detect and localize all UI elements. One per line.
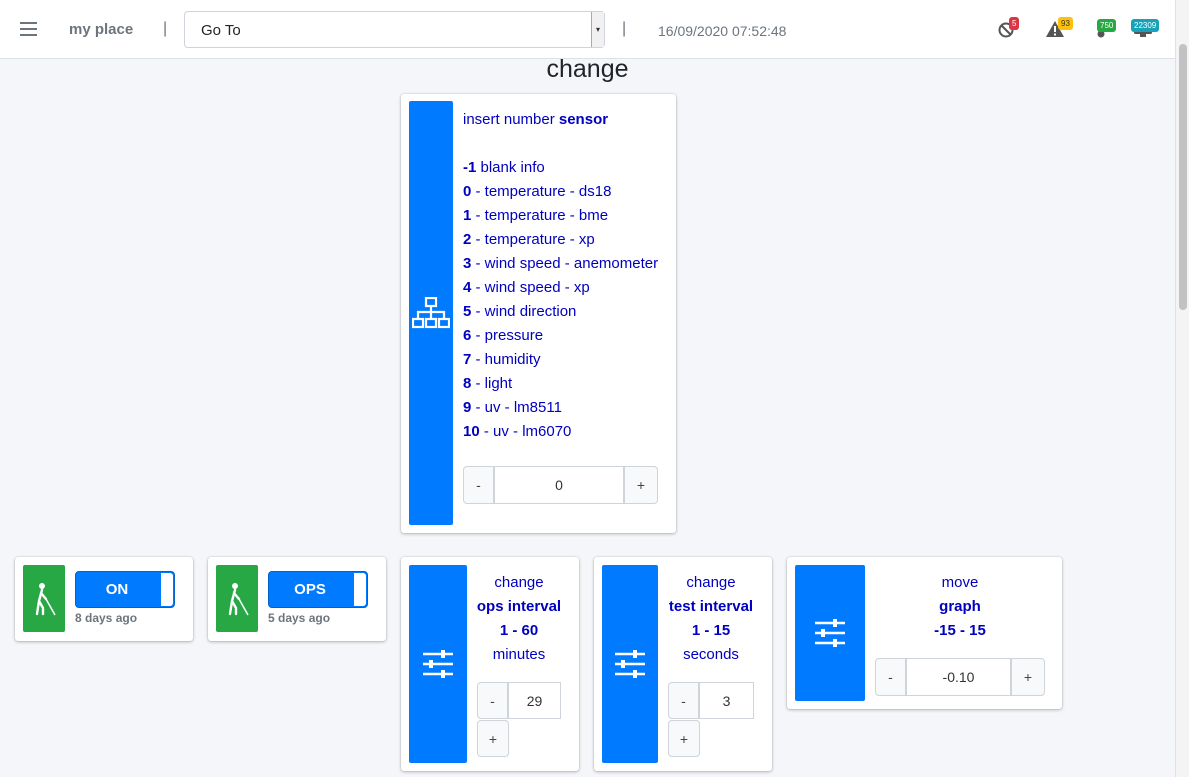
sensor-option: 5 - wind direction (463, 300, 658, 324)
ban-icon[interactable]: 5 (997, 17, 1020, 42)
setting-description: change ops interval 1 - 60 minutes (476, 574, 562, 663)
top-navbar: my place | Go To ▾ | 16/09/2020 07:52:48… (0, 0, 1175, 59)
menu-icon[interactable] (20, 22, 37, 37)
monitor-icon[interactable]: 22309 (1131, 19, 1160, 42)
sensor-stepper: - 0 + (463, 466, 658, 504)
sensor-count-badge: 750 (1097, 19, 1117, 32)
page-title: change (546, 55, 629, 83)
test-interval-card: change test interval 1 - 15 seconds - 3 … (594, 557, 772, 771)
graph-move-card: move graph -15 - 15 - -0.10 + (787, 557, 1062, 709)
setting-description: move graph -15 - 15 (934, 574, 986, 639)
device-count-badge: 22309 (1131, 19, 1160, 32)
blind-person-icon (216, 565, 258, 632)
sensor-option-label: - uv - lm8511 (471, 399, 562, 416)
dropdown-arrow-icon[interactable]: ▾ (591, 12, 604, 47)
decrement-button[interactable]: - (463, 466, 494, 504)
sensor-option: 9 - uv - lm8511 (463, 396, 658, 420)
sensor-option-label: - uv - lm6070 (479, 423, 572, 440)
increment-button[interactable]: + (477, 720, 509, 757)
blind-person-icon (23, 565, 65, 632)
ops-interval-stepper: - 29 (477, 682, 561, 719)
sensor-option: 10 - uv - lm6070 (463, 420, 658, 444)
warning-icon[interactable]: 93 (1045, 17, 1073, 42)
alarm-count-badge: 5 (1009, 17, 1020, 30)
goto-select[interactable]: Go To ▾ (184, 11, 605, 48)
network-icon (409, 101, 453, 525)
sensor-option: 3 - wind speed - anemometer (463, 252, 658, 276)
sensor-option-number: -1 (463, 159, 477, 176)
sensor-option-label: - pressure (471, 327, 544, 344)
sensor-option: 4 - wind speed - xp (463, 276, 658, 300)
last-changed-text: 5 days ago (268, 611, 331, 625)
sensor-prompt: insert number sensor (463, 111, 609, 128)
sensor-options-text: insert number sensor -1 blank info 0 - te… (463, 108, 658, 444)
decrement-button[interactable]: - (875, 658, 906, 696)
increment-button[interactable]: + (1011, 658, 1045, 696)
sensor-option-label: - temperature - xp (471, 231, 595, 248)
sensor-option-label: - temperature - ds18 (471, 183, 612, 200)
sensor-option: 6 - pressure (463, 324, 658, 348)
sliders-icon (602, 565, 658, 763)
goto-select-value: Go To (201, 22, 241, 39)
sliders-icon (409, 565, 467, 763)
sensor-option-label: - wind speed - anemometer (471, 255, 659, 272)
warning-count-badge: 93 (1058, 17, 1073, 30)
graph-offset-stepper: - -0.10 + (875, 658, 1045, 696)
thermometer-icon[interactable]: 750 (1093, 19, 1117, 42)
page-scrollbar[interactable] (1175, 0, 1189, 777)
ops-toggle-button[interactable]: OPS (268, 571, 368, 608)
sensor-option: 7 - humidity (463, 348, 658, 372)
toggle-knob (161, 573, 173, 606)
sliders-icon (795, 565, 865, 701)
ops-interval-input[interactable]: 29 (508, 682, 561, 719)
sensor-option-list: -1 blank info 0 - temperature - ds18 1 - t… (463, 156, 658, 444)
on-toggle-button[interactable]: ON (75, 571, 175, 608)
last-changed-text: 8 days ago (75, 611, 138, 625)
sensor-option: 0 - temperature - ds18 (463, 180, 658, 204)
test-interval-stepper: - 3 (668, 682, 754, 719)
nav-separator: | (622, 20, 627, 37)
current-datetime: 16/09/2020 07:52:48 (658, 23, 787, 39)
sensor-option-number: 10 (463, 423, 480, 440)
ops-interval-card: change ops interval 1 - 60 minutes - 29 … (401, 557, 579, 771)
sensor-option: -1 blank info (463, 156, 658, 180)
switch-card-ops: OPS 5 days ago (208, 557, 386, 641)
sensor-option: 2 - temperature - xp (463, 228, 658, 252)
sensor-select-card: insert number sensor -1 blank info 0 - te… (401, 94, 676, 533)
switch-card-on: ON 8 days ago (15, 557, 193, 641)
sensor-option: 8 - light (463, 372, 658, 396)
sensor-option-label: - light (471, 375, 513, 392)
sensor-option-label: - wind direction (471, 303, 577, 320)
setting-description: change test interval 1 - 15 seconds (668, 574, 754, 663)
nav-separator: | (163, 20, 168, 37)
sensor-option-label: - temperature - bme (471, 207, 609, 224)
test-interval-input[interactable]: 3 (699, 682, 754, 719)
brand-title[interactable]: my place (69, 21, 133, 38)
scroll-thumb[interactable] (1179, 44, 1187, 310)
increment-button[interactable]: + (668, 720, 700, 757)
increment-button[interactable]: + (624, 466, 658, 504)
sensor-number-input[interactable]: 0 (494, 466, 624, 504)
sensor-option: 1 - temperature - bme (463, 204, 658, 228)
toggle-knob (354, 573, 366, 606)
toggle-label: OPS (294, 581, 326, 598)
sensor-option-label: - humidity (471, 351, 541, 368)
decrement-button[interactable]: - (668, 682, 699, 719)
sensor-option-label: blank info (476, 159, 545, 176)
toggle-label: ON (105, 581, 129, 598)
graph-offset-input[interactable]: -0.10 (906, 658, 1011, 696)
sensor-option-label: - wind speed - xp (471, 279, 590, 296)
decrement-button[interactable]: - (477, 682, 508, 719)
